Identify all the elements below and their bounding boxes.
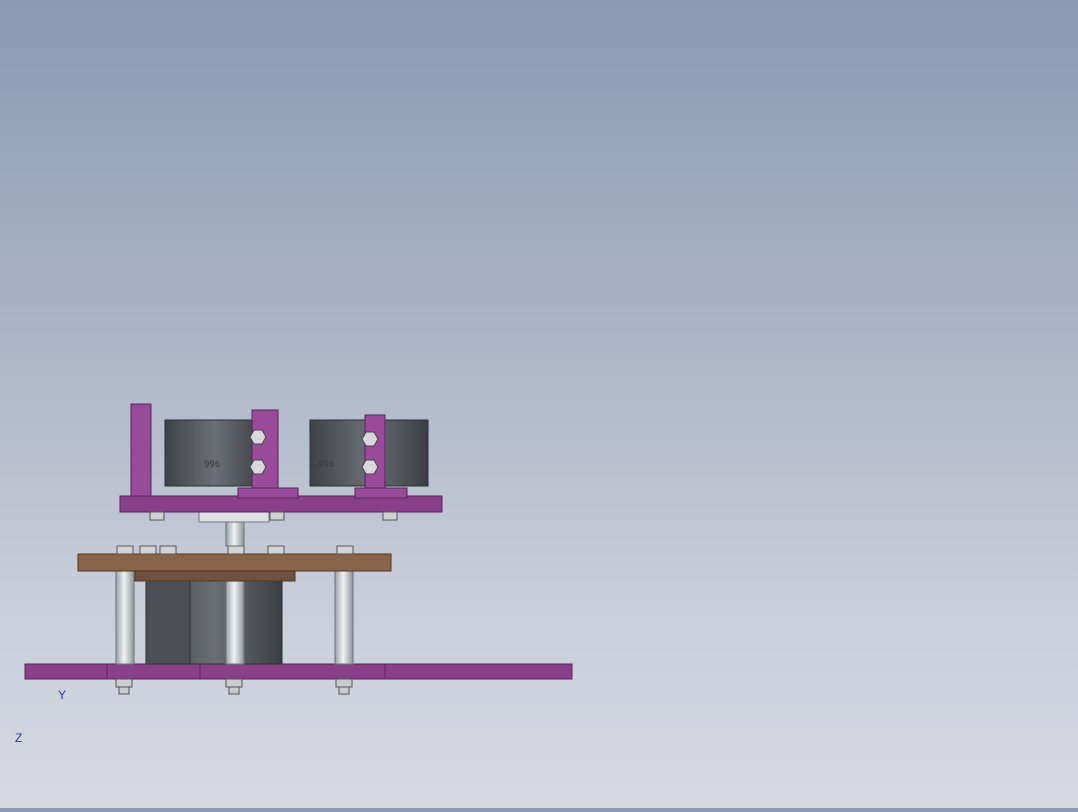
z-axis-label: Z — [15, 731, 23, 745]
servo-label-left: 996 — [204, 460, 221, 470]
base-assembly[interactable] — [24, 511, 573, 695]
y-axis-label: Y — [58, 688, 67, 702]
turntable-plate — [77, 553, 392, 572]
shoulder-servo-left — [164, 419, 266, 487]
rotation-shaft — [198, 511, 270, 523]
base-bottom-nuts — [115, 678, 353, 695]
servo-label-right: 996 — [318, 460, 335, 470]
model-canvas[interactable] — [0, 0, 1078, 808]
cad-viewport[interactable]: 996 996 Y Z — [0, 0, 1078, 808]
shoulder-mount[interactable] — [119, 403, 443, 521]
